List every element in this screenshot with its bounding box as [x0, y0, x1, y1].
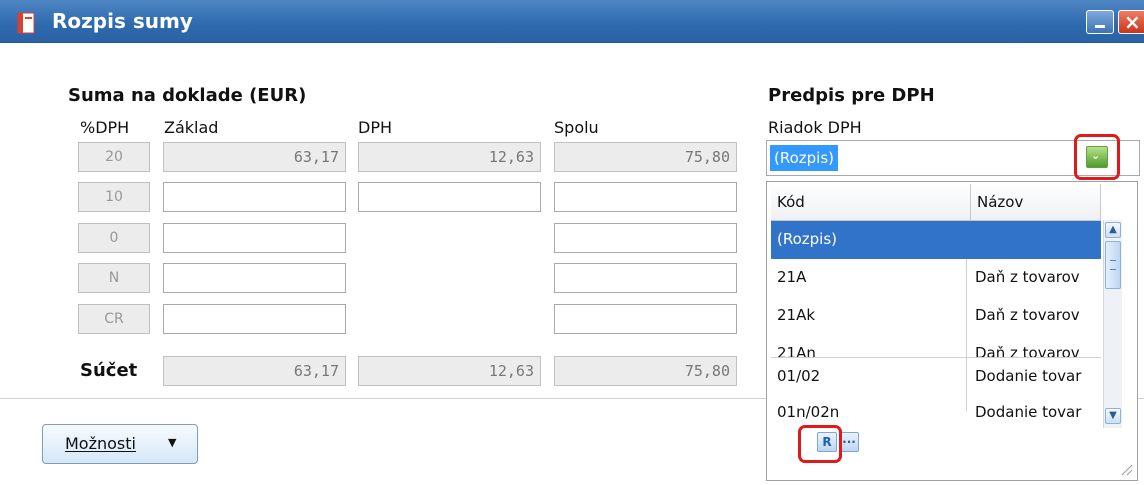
dropdown-scrollbar[interactable]: ▲ ▼	[1103, 220, 1122, 428]
header-base: Základ	[164, 118, 219, 137]
header-rate: %DPH	[80, 118, 130, 137]
vat-section-title: Predpis pre DPH	[768, 85, 935, 106]
options-button[interactable]: Možnosti ▼	[42, 424, 198, 464]
scroll-thumb[interactable]	[1105, 241, 1121, 289]
list-item[interactable]: 01/02 Dodanie tovar	[771, 357, 1101, 396]
vat-field: 12,63	[358, 142, 541, 172]
item-name: Dodanie tovar	[975, 403, 1082, 421]
scroll-up-icon[interactable]: ▲	[1105, 222, 1121, 238]
dropdown-header: Kód Názov	[771, 184, 1101, 221]
vat-row-label: Riadok DPH	[768, 118, 862, 137]
sum-vat-field: 12,63	[358, 356, 541, 386]
document-icon	[17, 12, 35, 34]
column-header-name[interactable]: Názov	[971, 184, 1101, 220]
highlight-ring	[798, 425, 842, 463]
item-name: Dodanie tovar	[975, 367, 1082, 385]
list-item[interactable]: 21A Daň z tovarov	[771, 259, 1101, 297]
sum-total-field: 75,80	[554, 356, 737, 386]
rate-cell: CR	[78, 304, 150, 334]
vat-input[interactable]	[358, 182, 541, 212]
base-input[interactable]	[163, 182, 346, 212]
item-code: 21Ak	[777, 306, 816, 324]
more-options-button[interactable]: ···	[839, 432, 859, 452]
total-input[interactable]	[554, 182, 737, 212]
total-input[interactable]	[554, 263, 737, 293]
caret-down-icon: ▼	[168, 436, 177, 449]
rate-cell: 20	[78, 142, 150, 172]
highlight-ring	[1074, 134, 1120, 180]
item-name: Daň z tovarov	[975, 306, 1080, 324]
item-code: 01/02	[777, 367, 821, 385]
item-code: (Rozpis)	[777, 230, 838, 248]
list-item[interactable]: 21Ak Daň z tovarov	[771, 297, 1101, 335]
minimize-button[interactable]	[1086, 10, 1114, 34]
base-input[interactable]	[163, 223, 346, 253]
base-input[interactable]	[163, 263, 346, 293]
window-title: Rozpis sumy	[52, 9, 193, 33]
list-item[interactable]: (Rozpis)	[771, 221, 1101, 259]
header-total: Spolu	[554, 118, 599, 137]
rozpis-sumy-window: Rozpis sumy × Suma na doklade (EUR) %DPH…	[0, 0, 1144, 485]
close-icon: ×	[1124, 10, 1141, 34]
close-button[interactable]: ×	[1118, 10, 1144, 34]
scroll-down-icon[interactable]: ▼	[1105, 408, 1121, 424]
total-field: 75,80	[554, 142, 737, 172]
title-bar: Rozpis sumy ×	[0, 0, 1144, 43]
base-input[interactable]	[163, 304, 346, 334]
rate-cell: 0	[78, 223, 150, 253]
options-button-label: Možnosti	[65, 434, 136, 453]
sum-label: Súčet	[80, 360, 138, 381]
header-vat: DPH	[358, 118, 392, 137]
total-input[interactable]	[554, 223, 737, 253]
item-code: 21A	[777, 268, 807, 286]
vat-row-selected-value: (Rozpis)	[770, 145, 839, 171]
base-field: 63,17	[163, 142, 346, 172]
item-code: 01n/02n	[777, 403, 840, 421]
column-header-code[interactable]: Kód	[771, 184, 971, 220]
resize-grip-icon[interactable]	[1119, 462, 1133, 476]
sum-section-title: Suma na doklade (EUR)	[68, 85, 307, 106]
item-name: Daň z tovarov	[975, 268, 1080, 286]
sum-base-field: 63,17	[163, 356, 346, 386]
total-input[interactable]	[554, 304, 737, 334]
rate-cell: N	[78, 263, 150, 293]
rate-cell: 10	[78, 182, 150, 212]
